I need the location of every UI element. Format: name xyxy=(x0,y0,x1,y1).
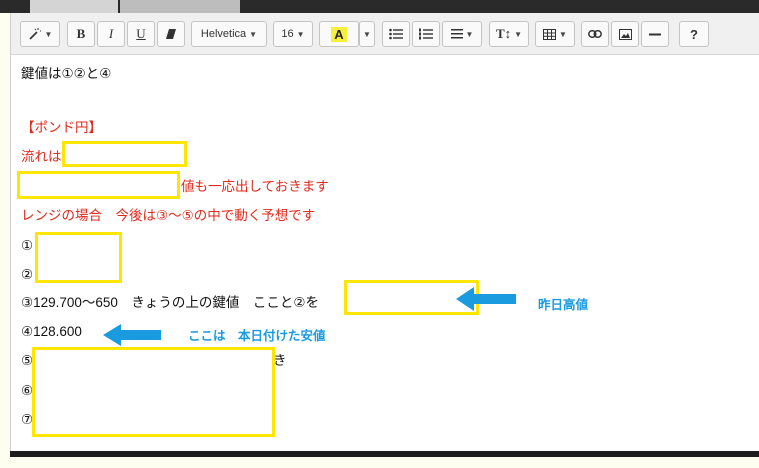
magic-wand-icon xyxy=(28,28,41,40)
eraser-icon xyxy=(166,29,176,39)
horizontal-rule-icon xyxy=(649,33,661,35)
list-item-2: ② xyxy=(21,267,34,282)
magic-wand-button[interactable]: ▼ xyxy=(20,21,60,47)
highlight-icon: A xyxy=(331,26,347,42)
chevron-down-icon: ▼ xyxy=(465,29,474,39)
list-item-1: ① xyxy=(21,238,34,253)
text-line-values: 値も一応出しておきます xyxy=(181,179,329,194)
align-icon xyxy=(450,29,463,39)
numbered-list-icon xyxy=(419,28,433,40)
italic-button[interactable]: I xyxy=(97,21,125,47)
note-today-low: ここは 本日付けた安値 xyxy=(188,329,326,343)
font-family-select[interactable]: Helvetica ▼ xyxy=(191,21,267,47)
top-bar xyxy=(0,0,759,13)
chevron-down-icon: ▼ xyxy=(363,29,371,39)
link-button[interactable] xyxy=(581,21,609,47)
highlight-color-button[interactable]: A xyxy=(319,21,359,47)
redaction-box-items-5-7 xyxy=(32,347,275,437)
highlight-color-dropdown[interactable]: ▼ xyxy=(359,21,375,47)
list-item-5-tail: き xyxy=(273,353,287,368)
list-item-3: ③129.700～650 きょうの上の鍵値 ここと②を xyxy=(21,295,320,310)
eraser-button[interactable] xyxy=(157,21,185,47)
rich-text-editor: ▼ B I U Helvetica ▼ 16 ▼ A ▼ ▼ T↕ ▼ ▼ ? … xyxy=(10,13,759,451)
image-button[interactable] xyxy=(611,21,639,47)
text-height-icon: T↕ xyxy=(495,26,512,41)
text-height-button[interactable]: T↕ ▼ xyxy=(489,21,529,47)
font-size-select[interactable]: 16 ▼ xyxy=(273,21,313,47)
editor-toolbar: ▼ B I U Helvetica ▼ 16 ▼ A ▼ ▼ T↕ ▼ ▼ ? xyxy=(11,13,759,55)
font-family-value: Helvetica xyxy=(200,28,247,40)
chevron-down-icon: ▼ xyxy=(514,29,523,39)
chevron-down-icon: ▼ xyxy=(296,29,305,39)
redaction-box-flow xyxy=(62,141,187,167)
text-line-flow: 流れは xyxy=(21,149,62,164)
link-icon xyxy=(588,30,602,38)
chevron-down-icon: ▼ xyxy=(44,29,53,39)
help-button[interactable]: ? xyxy=(679,21,709,47)
heading-pound-yen: 【ポンド円】 xyxy=(21,120,102,135)
editor-content[interactable]: 鍵値は①②と④ 【ポンド円】 流れは 値も一応出しておきます レンジの場合 今後… xyxy=(11,55,759,451)
bulleted-list-button[interactable] xyxy=(382,21,410,47)
list-item-4: ④128.600 xyxy=(21,324,82,339)
redaction-box-value xyxy=(17,171,180,199)
image-icon xyxy=(618,28,632,40)
table-icon xyxy=(543,28,557,40)
numbered-list-button[interactable] xyxy=(412,21,440,47)
arrow-left-icon xyxy=(456,287,516,311)
tab[interactable] xyxy=(30,0,118,13)
chevron-down-icon: ▼ xyxy=(249,29,258,39)
note-yesterday-high: 昨日高値 xyxy=(538,298,589,312)
redaction-box-items-1-2 xyxy=(35,232,122,283)
text-line-range: レンジの場合 今後は③～⑤の中で動く予想です xyxy=(21,208,316,223)
arrow-left-icon xyxy=(103,324,161,346)
table-button[interactable]: ▼ xyxy=(535,21,575,47)
underline-button[interactable]: U xyxy=(127,21,155,47)
align-button[interactable]: ▼ xyxy=(442,21,482,47)
tab[interactable] xyxy=(120,0,240,13)
page-background-strip xyxy=(0,457,759,468)
horizontal-rule-button[interactable] xyxy=(641,21,669,47)
font-size-value: 16 xyxy=(281,28,294,40)
chevron-down-icon: ▼ xyxy=(559,29,567,39)
text-line-keys: 鍵値は①②と④ xyxy=(21,66,112,81)
bulleted-list-icon xyxy=(389,28,403,40)
bold-button[interactable]: B xyxy=(67,21,95,47)
